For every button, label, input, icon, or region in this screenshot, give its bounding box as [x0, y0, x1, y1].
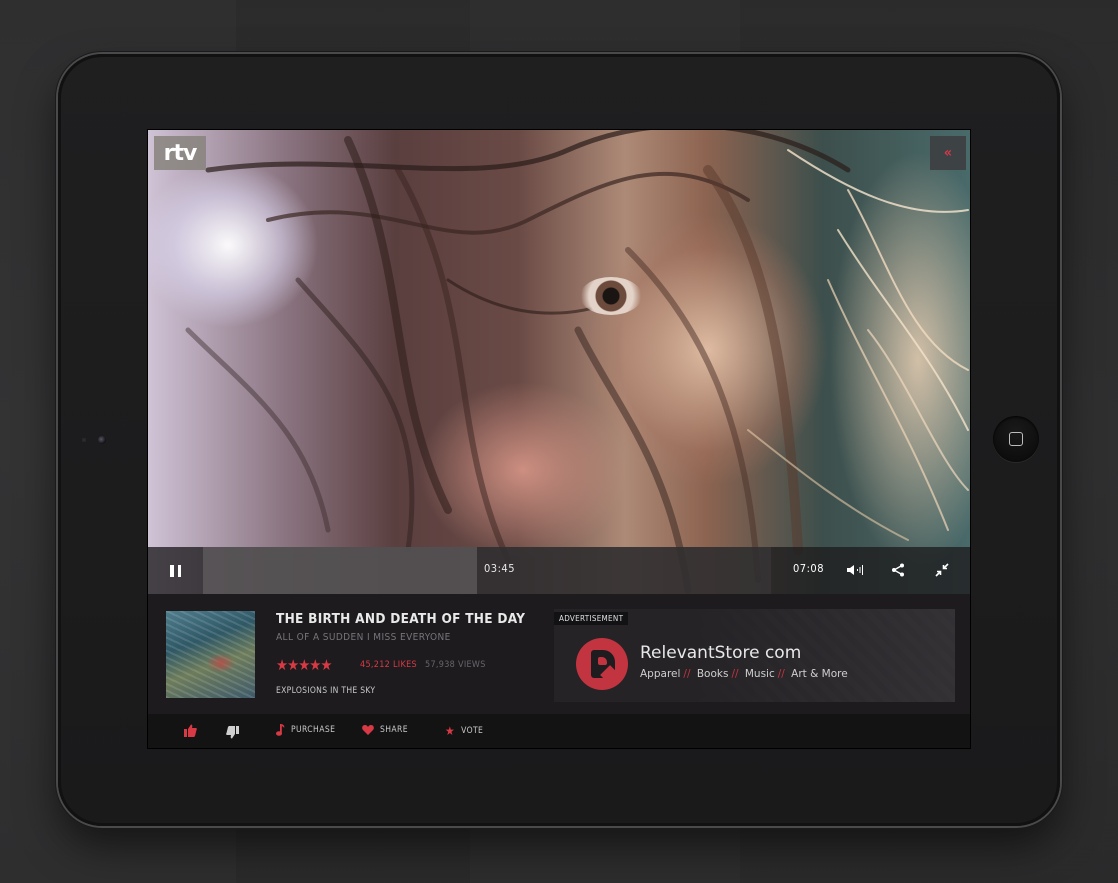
ad-category[interactable]: Music — [745, 668, 775, 680]
share-label: SHARE — [380, 724, 408, 735]
volume-icon — [847, 565, 863, 575]
screen: rtv « 03:45 07:08 THE BIRTH AND DEATH OF… — [148, 130, 970, 748]
ad-title[interactable]: RelevantStore com — [640, 643, 801, 663]
heart-icon — [362, 725, 374, 735]
minimize-icon — [935, 563, 949, 577]
elapsed-time: 03:45 — [484, 562, 516, 575]
like-button[interactable] — [184, 724, 197, 737]
player-controls: 03:45 07:08 — [148, 547, 970, 594]
track-info-panel: THE BIRTH AND DEATH OF THE DAY ALL OF A … — [148, 594, 970, 715]
video-frame-hair — [185, 130, 969, 594]
home-button[interactable] — [993, 416, 1039, 462]
action-bar: PURCHASE SHARE ★ VOTE — [148, 714, 970, 748]
vote-button[interactable]: ★ VOTE — [445, 724, 483, 738]
progress-fill — [203, 547, 478, 594]
ad-separator: // — [683, 668, 691, 680]
relevantstore-logo — [576, 638, 628, 690]
dislike-button[interactable] — [226, 726, 239, 739]
ad-category[interactable]: Art & More — [791, 668, 848, 680]
share-icon — [892, 563, 904, 577]
purchase-button[interactable]: PURCHASE — [276, 724, 335, 736]
rtv-logo[interactable]: rtv — [154, 136, 206, 170]
thumbs-up-icon — [184, 724, 197, 737]
music-note-icon — [276, 724, 285, 736]
album-art[interactable] — [166, 611, 255, 698]
track-subtitle: ALL OF A SUDDEN I MISS EVERYONE — [276, 632, 451, 643]
back-button[interactable]: « — [930, 136, 966, 170]
share-button[interactable]: SHARE — [362, 724, 408, 735]
track-title: THE BIRTH AND DEATH OF THE DAY — [276, 611, 526, 627]
minimize-button[interactable] — [931, 559, 953, 581]
ad-separator: // — [731, 668, 739, 680]
pause-icon — [170, 564, 181, 577]
total-time: 07:08 — [793, 562, 825, 575]
ad-category[interactable]: Apparel — [640, 668, 680, 680]
likes-count: 45,212 LIKES — [360, 660, 417, 670]
rating-stars[interactable]: ★★★★★ — [276, 656, 332, 674]
ad-categories: Apparel// Books// Music// Art & More — [640, 668, 848, 680]
pause-button[interactable] — [148, 547, 203, 594]
purchase-label: PURCHASE — [291, 725, 336, 735]
artist-name[interactable]: EXPLOSIONS IN THE SKY — [276, 686, 375, 696]
video-player[interactable]: rtv « 03:45 07:08 — [148, 130, 970, 594]
thumbs-down-icon — [226, 726, 239, 739]
ad-category[interactable]: Books — [697, 668, 729, 680]
vote-label: VOTE — [461, 726, 484, 736]
progress-track[interactable]: 03:45 — [203, 547, 771, 594]
ad-separator: // — [777, 668, 785, 680]
ad-label: ADVERTISEMENT — [554, 612, 629, 625]
double-chevron-left-icon: « — [943, 145, 953, 161]
video-subject-eye — [580, 277, 642, 315]
star-icon: ★ — [445, 724, 456, 738]
views-count: 57,938 VIEWS — [425, 660, 486, 670]
home-square-icon — [1009, 432, 1023, 446]
share-video-button[interactable] — [887, 559, 909, 581]
volume-button[interactable] — [845, 559, 867, 581]
camera — [98, 436, 106, 444]
sensor — [82, 438, 86, 442]
